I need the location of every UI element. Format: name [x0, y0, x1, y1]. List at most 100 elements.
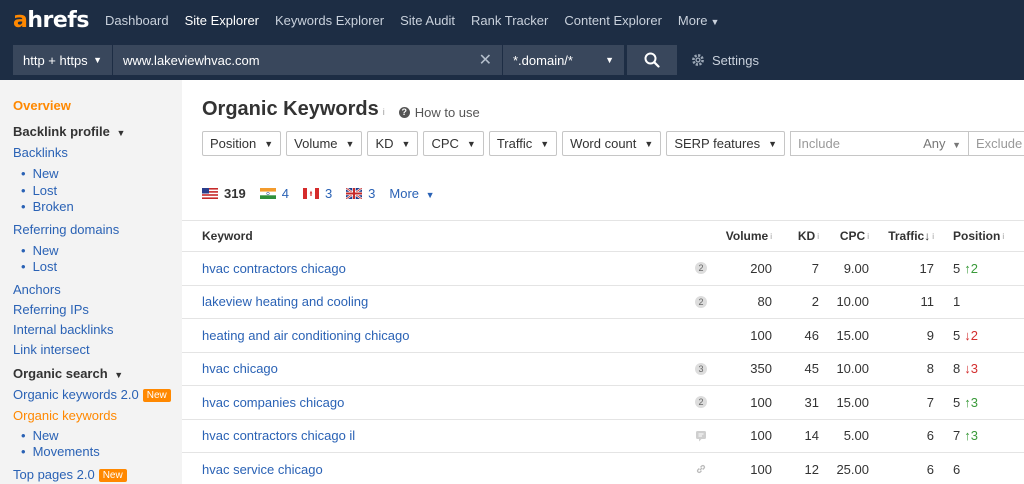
filter-position[interactable]: Position ▼: [202, 131, 282, 156]
position-value: 6: [953, 461, 961, 477]
nav-dashboard[interactable]: Dashboard: [105, 13, 169, 28]
sidebar-referring-domains[interactable]: Referring domains: [13, 220, 182, 240]
position-value: 5: [953, 260, 961, 276]
keyword-link[interactable]: hvac service chicago: [202, 462, 323, 477]
header-keyword[interactable]: Keyword: [202, 221, 253, 251]
exclude-input[interactable]: Exclude: [969, 131, 1024, 156]
info-icon[interactable]: i: [383, 107, 385, 117]
sidebar-link-intersect[interactable]: Link intersect: [13, 340, 182, 360]
country-in[interactable]: 4: [259, 186, 289, 201]
position-value: 7: [953, 428, 961, 444]
sidebar-organic-keywords-movements[interactable]: Movements: [13, 444, 182, 461]
keyword-link[interactable]: hvac chicago: [202, 361, 278, 376]
filter-word-count[interactable]: Word count ▼: [562, 131, 662, 156]
nav-content-explorer[interactable]: Content Explorer: [564, 13, 662, 28]
sidebar-organic-keywords-2-label: Organic keywords 2.0: [13, 386, 139, 402]
info-icon: i: [817, 231, 819, 241]
sidebar-organic-keywords[interactable]: Organic keywords: [13, 406, 182, 426]
sidebar-backlinks[interactable]: Backlinks: [13, 143, 182, 163]
sidebar-referring-domains-new[interactable]: New: [13, 243, 182, 260]
serp-count-badge[interactable]: 2: [695, 262, 707, 275]
more-countries[interactable]: More ▼: [389, 186, 434, 201]
caret-down-icon: ▼: [264, 138, 274, 149]
volume-cell: 100: [750, 394, 772, 410]
table-row: hvac chicago 3 350 45 10.00 8 8 ↓3: [182, 353, 1024, 386]
filter-cpc[interactable]: CPC ▼: [423, 131, 484, 156]
filter-serp-features[interactable]: SERP features ▼: [666, 131, 786, 156]
clear-icon[interactable]: ✕: [479, 50, 492, 70]
header-label: KD: [797, 229, 816, 243]
protocol-value: http + https: [23, 52, 88, 68]
position-cell: 1: [953, 286, 1013, 319]
sidebar-backlinks-new[interactable]: New: [13, 166, 182, 183]
keyword-link[interactable]: lakeview heating and cooling: [202, 294, 368, 309]
sidebar-backlinks-lost[interactable]: Lost: [13, 183, 182, 200]
serp-badge-cell: 2: [695, 386, 707, 419]
volume-cell: 100: [750, 327, 772, 343]
serp-count-badge[interactable]: 3: [695, 362, 707, 375]
country-us[interactable]: 319: [202, 186, 246, 201]
filter-traffic[interactable]: Traffic ▼: [488, 131, 558, 156]
volume-cell: 80: [757, 294, 772, 310]
sidebar-overview[interactable]: Overview: [13, 96, 182, 116]
filter-volume[interactable]: Volume ▼: [286, 131, 363, 156]
sidebar-backlinks-broken[interactable]: Broken: [13, 199, 182, 216]
caret-down-icon: ▼: [93, 55, 102, 65]
header-kd[interactable]: KD i: [782, 221, 819, 251]
mode-value: *.domain/*: [513, 52, 573, 68]
filter-bar: Position ▼ Volume ▼ KD ▼ CPC ▼ Traffic ▼ Word…: [202, 131, 1024, 156]
country-ca[interactable]: 3: [302, 186, 332, 201]
nav-site-audit[interactable]: Site Audit: [400, 13, 455, 28]
sidebar-organic-search-label: Organic search: [13, 365, 108, 381]
info-icon: i: [932, 231, 934, 241]
nav-rank-tracker[interactable]: Rank Tracker: [471, 13, 548, 28]
sidebar: Overview Backlink profile ▼ Backlinks Ne…: [0, 80, 182, 484]
sidebar-organic-keywords-2[interactable]: Organic keywords 2.0 New: [13, 385, 182, 406]
cpc-cell: 5.00: [843, 428, 869, 444]
header-cpc[interactable]: CPC i: [827, 221, 869, 251]
serp-count-badge[interactable]: 2: [695, 295, 707, 308]
nav-more[interactable]: More ▼: [678, 13, 720, 28]
volume-cell: 350: [750, 361, 772, 377]
how-to-use-link[interactable]: ? How to use: [398, 105, 480, 120]
protocol-select[interactable]: http + https ▼: [13, 45, 113, 75]
sidebar-backlink-profile[interactable]: Backlink profile ▼: [13, 122, 182, 143]
filter-kd[interactable]: KD ▼: [367, 131, 419, 156]
serp-count-badge[interactable]: 2: [695, 396, 707, 409]
sidebar-internal-backlinks[interactable]: Internal backlinks: [13, 320, 182, 340]
include-placeholder: Include: [798, 136, 840, 151]
ahrefs-logo[interactable]: ahrefs: [13, 8, 89, 33]
sidebar-referring-domains-lost[interactable]: Lost: [13, 259, 182, 276]
nav-site-explorer[interactable]: Site Explorer: [185, 13, 259, 28]
search-button[interactable]: [627, 45, 677, 75]
header-label: CPC: [839, 229, 866, 243]
any-select[interactable]: Any ▼: [923, 136, 961, 151]
nav-keywords-explorer[interactable]: Keywords Explorer: [275, 13, 384, 28]
sidebar-referring-ips[interactable]: Referring IPs: [13, 300, 182, 320]
keyword-link[interactable]: hvac contractors chicago: [202, 261, 346, 276]
header-volume[interactable]: Volume i: [712, 221, 772, 251]
keyword-link[interactable]: hvac contractors chicago il: [202, 428, 355, 443]
header-position[interactable]: Position i: [953, 221, 1013, 251]
sidebar-anchors[interactable]: Anchors: [13, 280, 182, 300]
include-input[interactable]: Include Any ▼: [790, 131, 970, 156]
keyword-link[interactable]: heating and air conditioning chicago: [202, 328, 409, 343]
country-gb[interactable]: 3: [346, 186, 375, 201]
url-input[interactable]: www.lakeviewhvac.com ✕: [113, 45, 503, 75]
settings-button[interactable]: Settings: [691, 53, 759, 68]
header-traffic[interactable]: Traffic ↓ i: [882, 221, 934, 251]
country-tabs: 319 4 3 3 More ▼: [202, 186, 435, 201]
keyword-link[interactable]: hvac companies chicago: [202, 395, 344, 410]
gear-icon: [692, 54, 704, 66]
referring-domains-submenu: New Lost: [13, 243, 182, 276]
sidebar-organic-search[interactable]: Organic search ▼: [13, 364, 182, 385]
position-value: 1: [953, 294, 961, 310]
sidebar-organic-keywords-new[interactable]: New: [13, 428, 182, 445]
traffic-cell: 6: [926, 461, 934, 477]
mode-select[interactable]: *.domain/* ▼: [503, 45, 625, 75]
position-down-change: ↓3: [964, 361, 978, 377]
sidebar-top-pages-2[interactable]: Top pages 2.0 New: [13, 465, 182, 484]
table-row: heating and air conditioning chicago 100…: [182, 319, 1024, 353]
link-icon[interactable]: [695, 463, 707, 475]
comment-icon[interactable]: [695, 430, 707, 442]
